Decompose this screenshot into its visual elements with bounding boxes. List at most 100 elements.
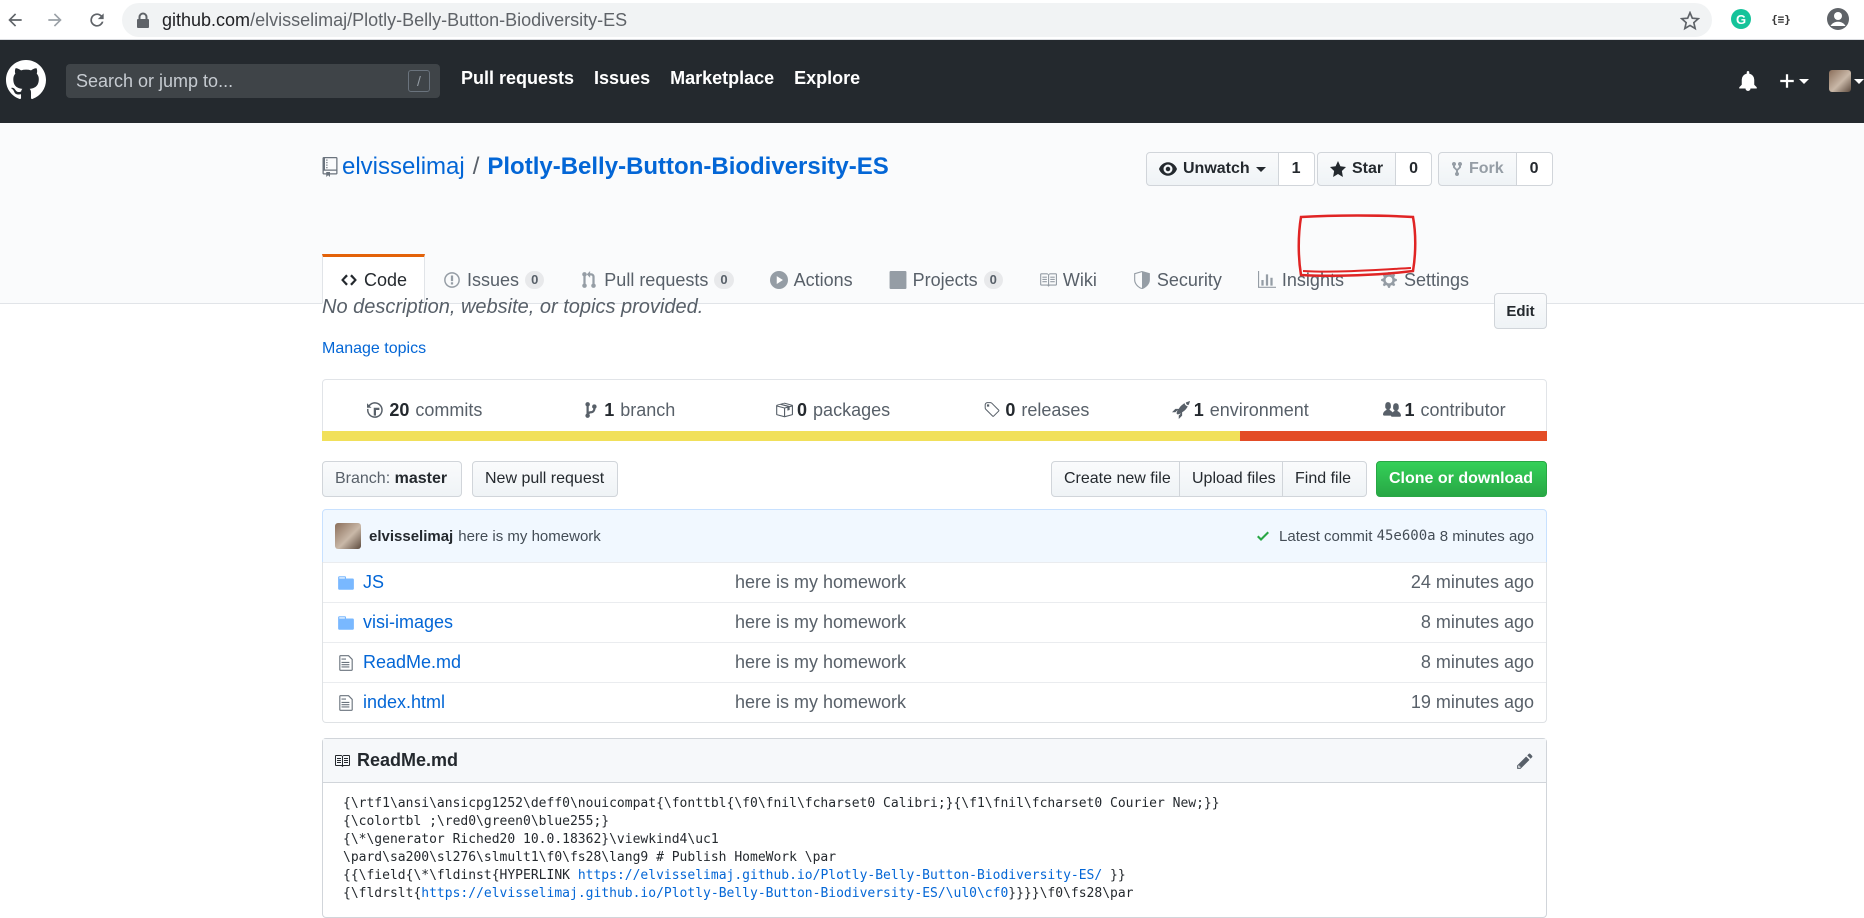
star-group: Star 0	[1317, 152, 1433, 186]
address-bar[interactable]: github.com/elvisselimaj/Plotly-Belly-But…	[122, 3, 1712, 37]
file-row-readme[interactable]: ReadMe.md here is my homework 8 minutes …	[323, 642, 1546, 682]
repo-name-link[interactable]: Plotly-Belly-Button-Biodiversity-ES	[487, 153, 888, 181]
book-icon	[335, 754, 350, 767]
search-input[interactable]: Search or jump to... /	[66, 64, 440, 98]
repo-title-separator: /	[472, 153, 480, 180]
environments-count: 1	[1193, 399, 1204, 420]
readme-line-text: {{\field{\*\fldinst{HYPERLINK	[343, 868, 578, 883]
star-button[interactable]: Star	[1317, 152, 1397, 186]
tab-label: Projects	[912, 269, 978, 290]
back-button[interactable]	[0, 5, 30, 35]
create-new-dropdown[interactable]	[1778, 72, 1809, 90]
repo-title: elvisselimaj / Plotly-Belly-Button-Biodi…	[322, 153, 889, 181]
file-name[interactable]: ReadMe.md	[363, 652, 735, 673]
star-label: Star	[1352, 160, 1384, 177]
star-count[interactable]: 0	[1396, 152, 1433, 186]
repo-header: elvisselimaj / Plotly-Belly-Button-Biodi…	[0, 123, 1864, 304]
fork-icon	[1451, 161, 1463, 177]
find-file-button[interactable]: Find file	[1282, 461, 1367, 497]
github-header: Search or jump to... / Pull requests Iss…	[0, 40, 1864, 123]
grammarly-icon[interactable]: G	[1730, 8, 1752, 30]
upload-files-button[interactable]: Upload files	[1179, 461, 1283, 497]
commit-sha[interactable]: 45e600a	[1377, 528, 1436, 544]
file-commit-message[interactable]: here is my homework	[735, 612, 906, 633]
packages-label: packages	[813, 399, 891, 420]
file-age: 8 minutes ago	[1420, 652, 1534, 672]
url-path: /elvisselimaj/Plotly-Belly-Button-Biodiv…	[250, 9, 628, 30]
gear-icon	[1381, 272, 1397, 288]
header-nav: Pull requests Issues Marketplace Explore	[461, 68, 880, 89]
file-row-index-html[interactable]: index.html here is my homework 19 minute…	[323, 682, 1546, 722]
branch-select-button[interactable]: Branch: master	[322, 461, 462, 497]
create-new-file-button[interactable]: Create new file	[1051, 461, 1180, 497]
language-bar[interactable]	[322, 431, 1547, 441]
github-logo-icon[interactable]	[6, 60, 46, 100]
profile-icon[interactable]	[1826, 7, 1850, 31]
watch-count[interactable]: 1	[1278, 152, 1315, 186]
fork-count[interactable]: 0	[1516, 152, 1553, 186]
pencil-icon[interactable]	[1516, 752, 1534, 770]
file-name[interactable]: JS	[363, 572, 735, 593]
user-avatar	[1829, 70, 1851, 92]
bookmark-star-icon[interactable]	[1680, 11, 1700, 31]
releases-summary[interactable]: 0 releases	[934, 400, 1138, 421]
repo-description: No description, website, or topics provi…	[322, 296, 704, 318]
bell-icon[interactable]	[1738, 71, 1758, 91]
search-shortcut-key: /	[408, 70, 430, 92]
file-list: JS here is my homework 24 minutes ago vi…	[322, 562, 1547, 723]
file-commit-message[interactable]: here is my homework	[735, 572, 906, 593]
commit-message[interactable]: here is my homework	[458, 528, 601, 545]
edit-button[interactable]: Edit	[1494, 293, 1547, 329]
file-row-visi-images[interactable]: visi-images here is my homework 8 minute…	[323, 602, 1546, 642]
repo-owner-link[interactable]: elvisselimaj	[342, 153, 465, 181]
shield-icon	[1134, 271, 1150, 289]
branch-name: master	[394, 470, 448, 487]
fork-button[interactable]: Fork	[1438, 152, 1517, 186]
fork-label: Fork	[1469, 160, 1504, 177]
tab-label: Wiki	[1062, 269, 1097, 290]
tab-label: Code	[364, 269, 408, 290]
readme-link[interactable]: https://elvisselimaj.github.io/Plotly-Be…	[421, 886, 1008, 901]
star-icon	[1330, 161, 1346, 177]
tab-label: Insights	[1281, 269, 1344, 290]
nav-pull-requests[interactable]: Pull requests	[461, 68, 574, 89]
readme-line: {\colortbl ;\red0\green0\blue255;}	[343, 814, 610, 829]
commit-author-avatar[interactable]	[335, 523, 361, 549]
commits-summary[interactable]: 20 commits	[323, 400, 527, 421]
issue-icon	[444, 272, 460, 288]
unwatch-label: Unwatch	[1183, 160, 1250, 177]
environments-summary[interactable]: 1 environment	[1138, 400, 1342, 421]
file-commit-message[interactable]: here is my homework	[735, 652, 906, 673]
branches-summary[interactable]: 1 branch	[527, 400, 731, 421]
file-name[interactable]: index.html	[363, 692, 735, 713]
new-pull-request-button[interactable]: New pull request	[472, 461, 618, 497]
readme-content: {\rtf1\ansi\ansicpg1252\deff0\nouicompat…	[323, 783, 1546, 915]
clone-or-download-button[interactable]: Clone or download	[1376, 461, 1547, 497]
book-icon	[1040, 273, 1057, 287]
contributors-label: contributor	[1420, 399, 1506, 420]
readme-link[interactable]: https://elvisselimaj.github.io/Plotly-Be…	[578, 868, 1102, 883]
forward-button[interactable]	[40, 5, 70, 35]
code-icon	[341, 274, 357, 286]
url-domain: github.com	[162, 9, 251, 30]
commit-age: 8 minutes ago	[1439, 527, 1534, 545]
nav-marketplace[interactable]: Marketplace	[670, 68, 774, 89]
folder-icon	[338, 575, 354, 590]
unwatch-button[interactable]: Unwatch	[1146, 152, 1279, 186]
commit-author[interactable]: elvisselimaj	[369, 528, 453, 545]
language-bar-javascript	[322, 431, 1240, 441]
manage-topics-link[interactable]: Manage topics	[322, 340, 426, 358]
file-name[interactable]: visi-images	[363, 612, 735, 633]
contributors-summary[interactable]: 1 contributor	[1342, 400, 1546, 421]
nav-explore[interactable]: Explore	[794, 68, 860, 89]
user-menu[interactable]	[1829, 70, 1864, 92]
json-viewer-icon[interactable]: {≡}	[1770, 8, 1792, 30]
file-commit-message[interactable]: here is my homework	[735, 692, 906, 713]
check-icon	[1257, 531, 1270, 541]
tab-label: Issues	[467, 269, 520, 290]
clone-label: Clone or download	[1389, 470, 1533, 487]
reload-button[interactable]	[82, 5, 112, 35]
file-row-js[interactable]: JS here is my homework 24 minutes ago	[323, 562, 1546, 602]
nav-issues[interactable]: Issues	[594, 68, 650, 89]
packages-summary[interactable]: 0 packages	[731, 400, 935, 421]
